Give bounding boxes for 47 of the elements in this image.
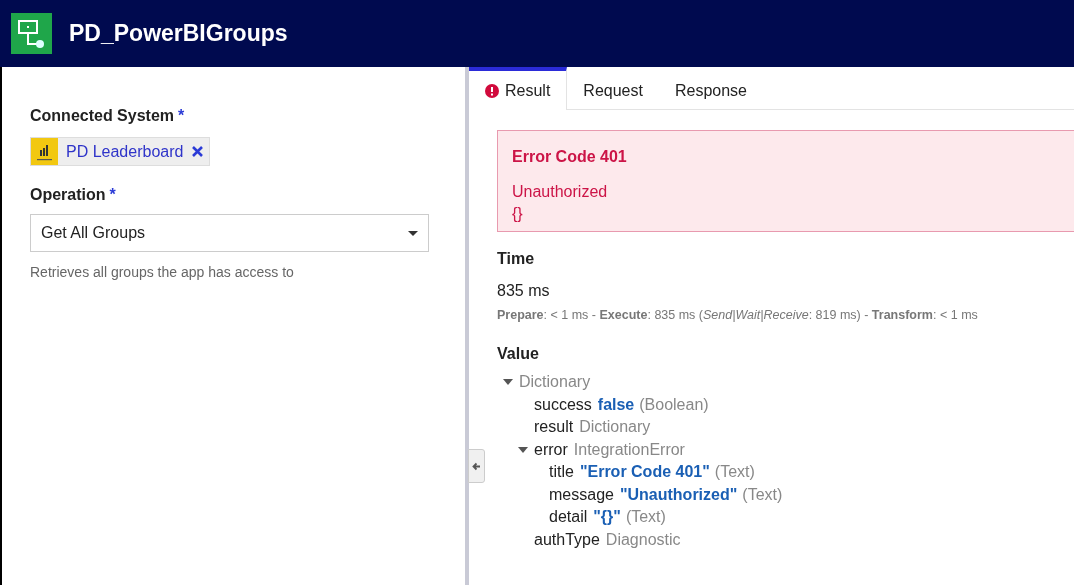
tree-type: (Boolean) bbox=[639, 394, 709, 415]
tree-key: detail bbox=[549, 505, 588, 529]
error-icon bbox=[485, 83, 499, 98]
collapse-button[interactable] bbox=[468, 449, 485, 483]
remove-icon[interactable] bbox=[192, 146, 204, 157]
tree-value: IntegrationError bbox=[573, 439, 685, 460]
required-mark: * bbox=[178, 106, 185, 126]
hint-text: Retrieves all groups the app has access to bbox=[30, 263, 295, 282]
tab[interactable]: Response bbox=[658, 67, 763, 110]
caret-icon[interactable] bbox=[503, 379, 513, 385]
tree-value: Diagnostic bbox=[605, 529, 681, 550]
tree-type: (Text) bbox=[742, 484, 783, 505]
tab[interactable]: Request bbox=[567, 67, 659, 110]
chip-label: PD Leaderboard bbox=[66, 141, 184, 162]
tree-value: "Error Code 401" bbox=[579, 462, 710, 482]
tree-key: error bbox=[534, 437, 568, 462]
system-chip[interactable]: PD Leaderboard bbox=[30, 137, 211, 166]
field-label: Connected System bbox=[30, 106, 175, 126]
section-heading: Time bbox=[497, 249, 536, 269]
window-title: PD_PowerBIGroups bbox=[69, 19, 288, 49]
time-breakdown: Prepare: < 1 ms - Execute: 835 ms (Send|Wait|Receive: 819 ms) - Transform: < 1 ms bbox=[497, 307, 979, 324]
tree-value: false bbox=[597, 394, 635, 415]
error-message: Unauthorized bbox=[512, 182, 609, 202]
tree-key: success bbox=[534, 392, 592, 417]
tab[interactable]: Result bbox=[469, 67, 568, 110]
time-total: 835 ms bbox=[497, 281, 551, 301]
tree-key: message bbox=[549, 482, 614, 507]
tree-key: authType bbox=[534, 527, 600, 552]
operation-dropdown[interactable]: Get All Groups bbox=[30, 214, 429, 252]
arrow-left-icon bbox=[472, 461, 481, 471]
field-label: Operation bbox=[30, 185, 106, 205]
tree-value: Dictionary bbox=[579, 417, 651, 437]
error-title: Error Code 401 bbox=[512, 147, 628, 167]
error-detail: {} bbox=[512, 204, 524, 224]
tree-type: (Text) bbox=[625, 507, 666, 527]
section-heading: Value bbox=[497, 343, 540, 364]
tree-type: (Text) bbox=[714, 462, 755, 482]
tree-value: Dictionary bbox=[519, 372, 591, 392]
tree-key: result bbox=[534, 415, 574, 439]
dropdown-caret-icon bbox=[408, 230, 418, 236]
tree-value: "Unauthorized" bbox=[619, 484, 738, 505]
bar-chart-logo-icon bbox=[31, 138, 58, 165]
tree-key: title bbox=[549, 460, 574, 484]
integration-icon bbox=[11, 13, 52, 54]
caret-icon[interactable] bbox=[518, 446, 528, 453]
tree-value: "{}" bbox=[593, 507, 621, 527]
required-mark: * bbox=[109, 185, 116, 205]
